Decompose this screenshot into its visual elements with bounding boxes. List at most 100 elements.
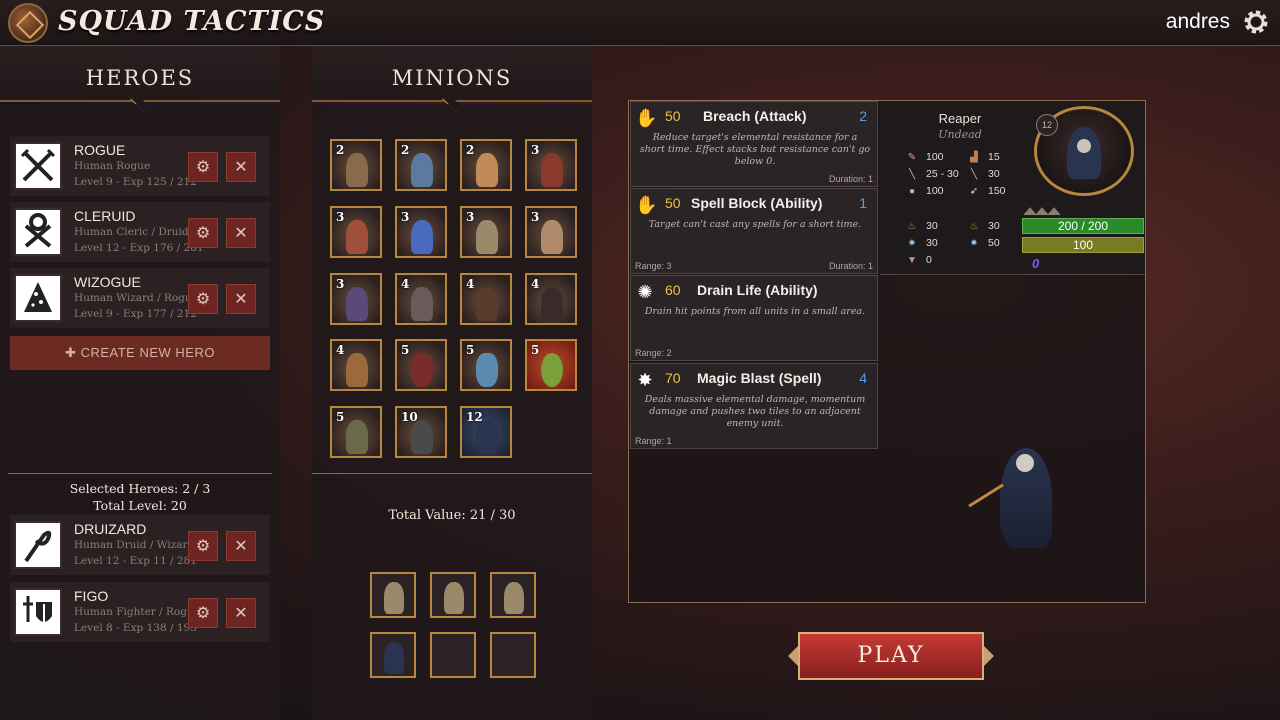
hero-class: Human Druid / Wizard	[74, 539, 195, 551]
hero-remove-button[interactable]: ✕	[226, 598, 256, 628]
minion-slot[interactable]	[430, 572, 476, 618]
hero-row-rogue[interactable]: ROGUE Human Rogue Level 9 - Exp 125 / 21…	[10, 136, 270, 196]
minion-card[interactable]: 5	[330, 406, 382, 458]
minion-slot[interactable]	[370, 572, 416, 618]
minion-slot[interactable]	[490, 572, 536, 618]
gear-icon: ⚙	[195, 159, 211, 176]
minion-level: 2	[401, 143, 410, 157]
minion-card[interactable]: 5	[460, 339, 512, 391]
minion-level: 4	[336, 343, 345, 357]
minion-slot-empty[interactable]	[430, 632, 476, 678]
minion-card[interactable]: 2	[395, 139, 447, 191]
minion-level: 5	[401, 343, 410, 357]
ability-card[interactable]: ✺ 60 Drain Life (Ability) Drain hit poin…	[630, 275, 878, 361]
hero-remove-button[interactable]: ✕	[226, 531, 256, 561]
sword-shield-icon	[14, 588, 62, 636]
ability-cost: 70	[665, 370, 681, 386]
hero-row-cleruid[interactable]: CLERUID Human Cleric / Druid Level 12 - …	[10, 202, 270, 262]
selected-heroes-label: Selected Heroes: 2 / 3	[69, 481, 211, 496]
close-icon: ✕	[234, 538, 248, 555]
ability-cost: 50	[665, 108, 681, 124]
play-button[interactable]: PLAY	[798, 632, 984, 680]
hero-level-exp: Level 12 - Exp 11 / 281	[74, 555, 197, 567]
selected-hero-druizard[interactable]: DRUIZARD Human Druid / Wizard Level 12 -…	[10, 515, 270, 575]
stat-value: 150	[988, 185, 1006, 197]
minion-card[interactable]: 3	[330, 273, 382, 325]
resist-frost: ✷ 30	[906, 237, 938, 249]
minion-figure	[346, 220, 368, 254]
close-icon: ✕	[234, 225, 248, 242]
potion-icon: ✎	[907, 152, 917, 163]
minion-card[interactable]: 2	[460, 139, 512, 191]
hero-settings-button[interactable]: ⚙	[188, 284, 218, 314]
ability-card[interactable]: ✋ 50 Spell Block (Ability) 1 Target can'…	[630, 188, 878, 274]
minion-slot-empty[interactable]	[490, 632, 536, 678]
username-label[interactable]: andres	[1166, 10, 1230, 34]
reaper-figure	[1067, 127, 1101, 179]
minion-card[interactable]: 3	[330, 206, 382, 258]
total-value-label: Total Value: 21 / 30	[388, 508, 516, 523]
hero-settings-button[interactable]: ⚙	[188, 152, 218, 182]
hero-settings-button[interactable]: ⚙	[188, 531, 218, 561]
play-right-cap	[984, 646, 994, 666]
play-left-cap	[788, 646, 798, 666]
ability-duration: Duration: 1	[828, 174, 873, 184]
close-icon: ✕	[234, 291, 248, 308]
minion-level: 3	[336, 277, 345, 291]
minion-card[interactable]: 3	[525, 139, 577, 191]
ability-card[interactable]: ✸ 70 Magic Blast (Spell) 4 Deals massive…	[630, 363, 878, 449]
minion-card[interactable]: 3	[395, 206, 447, 258]
crossed-daggers-icon	[14, 142, 62, 190]
minion-level: 3	[336, 210, 345, 224]
shield-icon: ▼	[907, 255, 917, 266]
minion-card[interactable]: 4	[330, 339, 382, 391]
hero-settings-button[interactable]: ⚙	[188, 218, 218, 248]
minion-figure	[411, 220, 433, 254]
minion-card-reaper[interactable]: 12	[460, 406, 512, 458]
minion-figure	[541, 353, 563, 387]
heroes-header: HEROES	[0, 46, 280, 113]
minion-level: 4	[466, 277, 475, 291]
hero-remove-button[interactable]: ✕	[226, 152, 256, 182]
selected-hero-figo[interactable]: FIGO Human Fighter / Rogue Level 8 - Exp…	[10, 582, 270, 642]
swirl-staff-icon	[14, 521, 62, 569]
minion-card[interactable]: 4	[395, 273, 447, 325]
minion-card[interactable]: 5	[395, 339, 447, 391]
sword-icon: ╲	[970, 169, 978, 180]
ability-cooldown: 2	[859, 108, 867, 124]
stat-damage: ╲ 25 - 30	[906, 168, 959, 180]
unit-name: Reaper	[938, 111, 982, 126]
hero-row-wizogue[interactable]: WIZOGUE Human Wizard / Rogue Level 9 - E…	[10, 268, 270, 328]
hero-settings-button[interactable]: ⚙	[188, 598, 218, 628]
settings-gear-icon[interactable]	[1240, 6, 1272, 38]
minion-slot[interactable]	[370, 632, 416, 678]
hero-remove-button[interactable]: ✕	[226, 284, 256, 314]
hero-name: WIZOGUE	[74, 274, 141, 290]
minion-card[interactable]: 10	[395, 406, 447, 458]
minion-card[interactable]: 4	[460, 273, 512, 325]
minion-figure	[384, 642, 404, 674]
app-title: SQUAD TACTICS	[58, 6, 326, 37]
minion-card[interactable]: 4	[525, 273, 577, 325]
stat-value: 30	[926, 237, 938, 249]
create-new-hero-button[interactable]: ✚ CREATE NEW HERO	[10, 336, 270, 370]
flame-icon: ♨	[907, 221, 917, 232]
minion-level: 5	[531, 343, 540, 357]
minion-card[interactable]: 5	[525, 339, 577, 391]
hero-remove-button[interactable]: ✕	[226, 218, 256, 248]
minion-figure	[346, 420, 368, 454]
hero-class: Human Rogue	[74, 160, 151, 172]
hero-name: FIGO	[74, 588, 109, 604]
minion-card[interactable]: 3	[525, 206, 577, 258]
minion-card[interactable]: 2	[330, 139, 382, 191]
ability-name: Magic Blast (Spell)	[697, 370, 822, 386]
unit-level-badge: 12	[1036, 114, 1058, 136]
minion-card[interactable]: 3	[460, 206, 512, 258]
snowflake-icon: ✷	[969, 238, 979, 249]
ability-card[interactable]: ✋ 50 Breach (Attack) 2 Reduce target's e…	[630, 101, 878, 187]
minion-figure	[411, 353, 433, 387]
minion-figure	[346, 153, 368, 187]
hero-name: DRUIZARD	[74, 521, 147, 537]
rank-chevrons-icon	[1023, 207, 1061, 216]
minion-level: 5	[336, 410, 345, 424]
